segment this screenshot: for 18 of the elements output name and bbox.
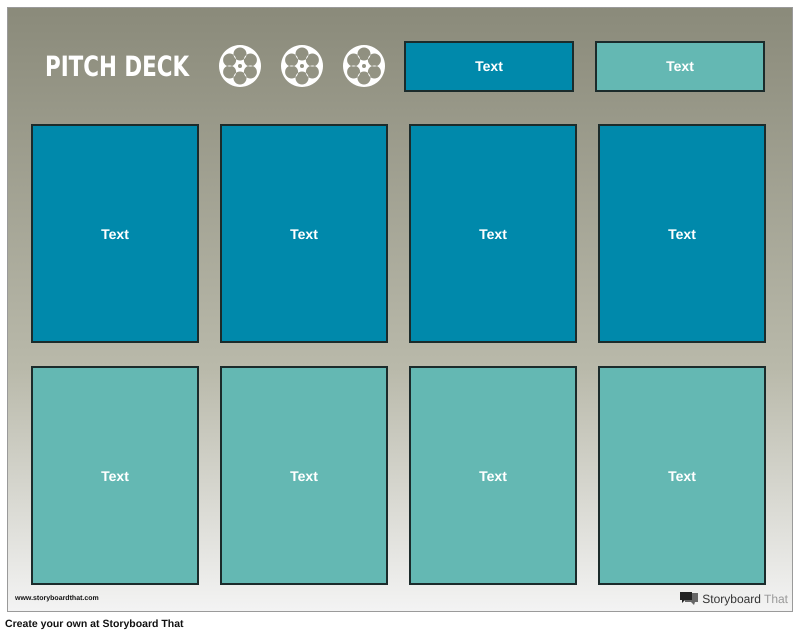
brand-name: Storyboard <box>702 592 761 606</box>
storyboard-panel: Text <box>409 124 577 343</box>
storyboard-panel: Text <box>31 124 199 343</box>
storyboard-panel: Text <box>220 366 388 585</box>
storyboard-panel: Text <box>598 124 766 343</box>
caption: Create your own at Storyboard That <box>5 618 184 630</box>
storyboard-panel: Text <box>220 124 388 343</box>
text-box: Text <box>404 40 574 92</box>
brand-suffix: That <box>764 592 788 606</box>
storyboard-panel: Text <box>409 366 577 585</box>
film-reel-icon <box>218 44 262 88</box>
text-box: Text <box>595 40 765 92</box>
film-reel-icon <box>280 44 324 88</box>
storyboard-panel: Text <box>598 366 766 585</box>
poster-title: PITCH DECK <box>45 50 190 82</box>
storyboard-panel: Text <box>31 366 199 585</box>
speech-bubbles-icon <box>679 591 700 606</box>
film-reel-icon <box>342 44 386 88</box>
